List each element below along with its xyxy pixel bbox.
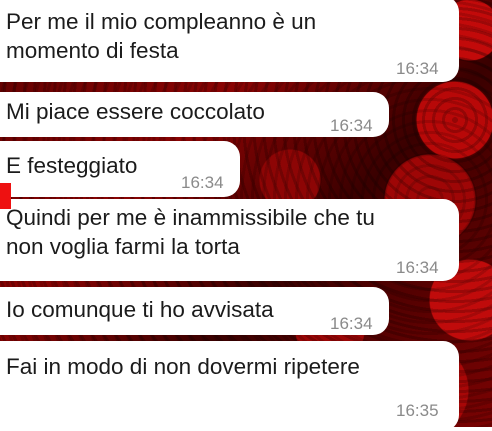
message-timestamp: 16:34	[396, 258, 439, 277]
message-line: Mi piace essere coccolato	[6, 99, 265, 124]
message-bubble[interactable]: Fai in modo di non dovermi ripetere 16:3…	[0, 341, 459, 431]
message-timestamp: 16:34	[181, 173, 224, 192]
message-line: E festeggiato	[6, 153, 138, 178]
message-text: Io comunque ti ho avvisata	[6, 295, 274, 324]
message-bubble[interactable]: Mi piace essere coccolato 16:34	[0, 92, 389, 137]
message-text: E festeggiato	[6, 151, 137, 180]
message-bubble[interactable]: Per me il mio compleanno è un momento di…	[0, 0, 459, 82]
message-timestamp: 16:34	[330, 116, 373, 135]
message-bubble[interactable]: Io comunque ti ho avvisata 16:34	[0, 287, 389, 335]
message-line: Per me il mio compleanno è un	[6, 9, 317, 34]
message-timestamp: 16:34	[330, 314, 373, 333]
message-line: momento di festa	[6, 38, 179, 63]
message-line: Io comunque ti ho avvisata	[6, 297, 274, 322]
message-bubble[interactable]: E festeggiato 16:34	[0, 141, 240, 197]
message-text: Quindi per me è inammissibile che tu non…	[6, 203, 375, 261]
message-text: Per me il mio compleanno è un momento di…	[6, 7, 316, 65]
text-cursor-marker	[0, 183, 11, 209]
message-line: Quindi per me è inammissibile che tu	[6, 205, 375, 230]
message-text: Mi piace essere coccolato	[6, 97, 265, 126]
message-timestamp: 16:35	[396, 401, 439, 420]
message-line: Fai in modo di non dovermi ripetere	[6, 354, 360, 379]
message-bubble[interactable]: Quindi per me è inammissibile che tu non…	[0, 199, 459, 281]
message-timestamp: 16:34	[396, 59, 439, 78]
message-line: non voglia farmi la torta	[6, 234, 240, 259]
message-text: Fai in modo di non dovermi ripetere	[6, 352, 360, 381]
